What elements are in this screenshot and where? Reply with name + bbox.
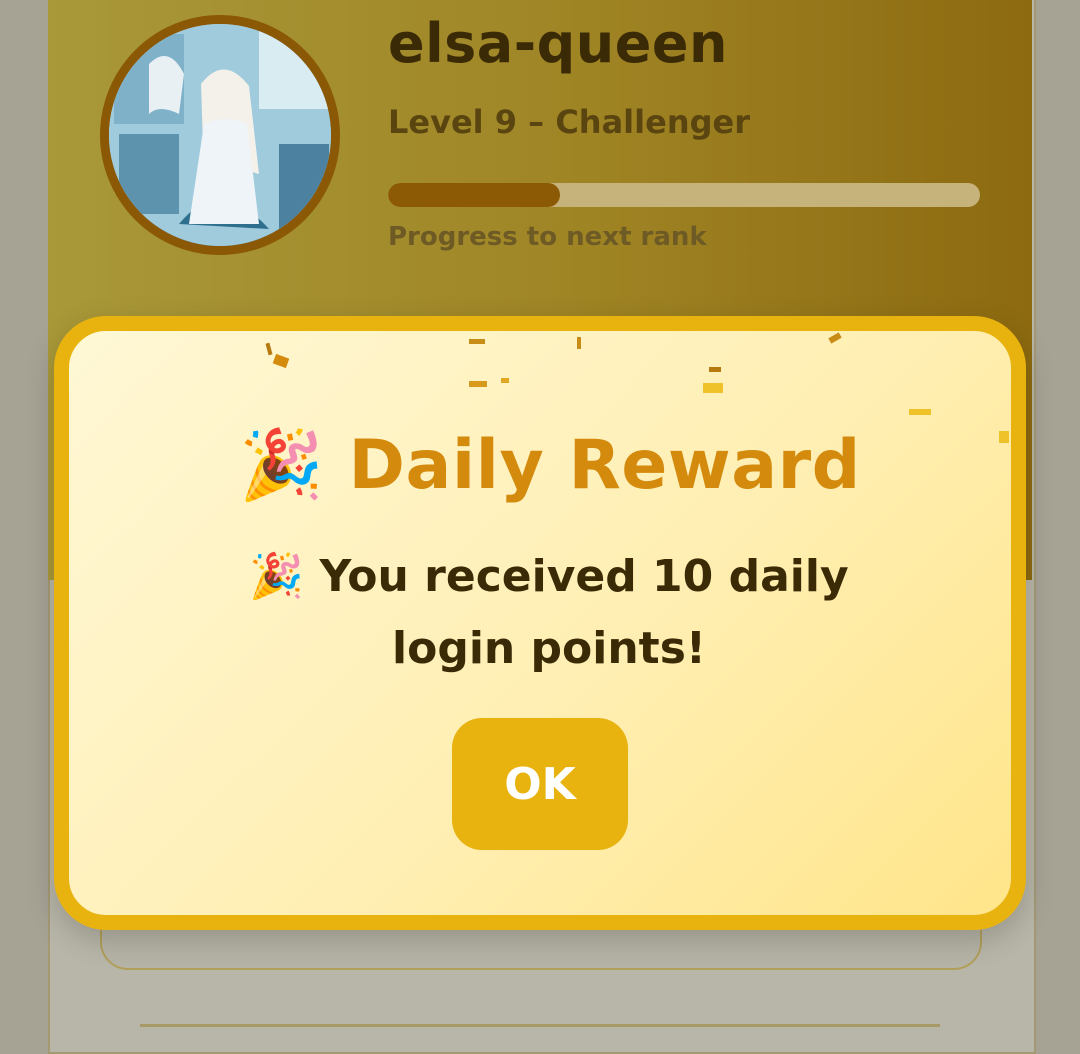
daily-reward-modal: 🎉 Daily Reward 🎉 You received 10 daily l… (54, 316, 1026, 930)
rank-progress-fill (388, 183, 560, 207)
ok-button[interactable]: OK (452, 718, 628, 850)
background-divider (140, 1024, 940, 1027)
progress-label: Progress to next rank (388, 222, 707, 252)
rank-progress-bar (388, 183, 980, 207)
level-rank: Level 9 – Challenger (388, 103, 750, 141)
modal-title-text: Daily Reward (348, 426, 861, 505)
elsa-avatar-image (109, 24, 331, 246)
reward-message: 🎉 You received 10 daily login points! (249, 551, 849, 674)
modal-title: 🎉 Daily Reward (69, 425, 1011, 505)
profile-avatar[interactable] (100, 15, 340, 255)
username: elsa-queen (388, 12, 728, 75)
party-popper-icon: 🎉 (239, 426, 325, 505)
